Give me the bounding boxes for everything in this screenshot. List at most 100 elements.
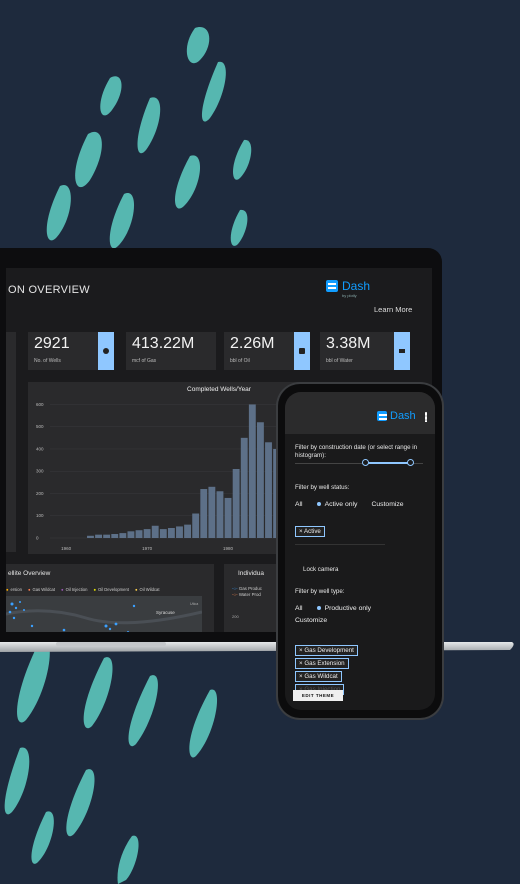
histogram-bar[interactable] (167, 527, 175, 538)
x-tick-label: 1960 (61, 546, 72, 551)
panel-title: Individua (238, 570, 265, 577)
histogram-bar[interactable] (151, 525, 159, 538)
axis-tick: 200 (232, 614, 239, 619)
satellite-map[interactable]: Syracuse Utica (6, 596, 202, 632)
histogram-bar[interactable] (208, 486, 216, 538)
histogram-bar[interactable] (95, 534, 102, 538)
y-tick-label: 500 (36, 424, 44, 429)
y-tick-label: 400 (36, 446, 44, 451)
date-slider-handle-end[interactable] (407, 459, 414, 466)
histogram-bar[interactable] (119, 533, 127, 538)
satellite-overview-panel: ellite Overview ● ersion ● Gas Wildcat ● Oi… (6, 564, 214, 632)
histogram-bar[interactable] (127, 531, 135, 538)
histogram-bar[interactable] (192, 513, 200, 538)
status-chip[interactable]: × Active (295, 526, 325, 537)
radio-selected-dot (316, 606, 321, 611)
map-city-label: Utica (190, 602, 199, 606)
filter-type-label: Filter by well type: (295, 588, 345, 595)
stat-value: 413.22M (132, 335, 195, 352)
radio-customize[interactable]: Customize (371, 501, 403, 508)
status-radio-group: All Active only Customize (295, 501, 404, 508)
stat-value: 3.38M (326, 335, 371, 352)
radio-selected-dot (316, 502, 321, 507)
date-slider-range (365, 462, 411, 464)
legend-item[interactable]: ● Oil Injection (61, 587, 87, 592)
legend-item[interactable]: -○- Water Prod (232, 592, 262, 598)
dash-logo-subtitle: by plotly (342, 293, 357, 298)
legend-item[interactable]: ● Oil Development (93, 587, 129, 592)
map-city-label: Syracuse (156, 610, 175, 615)
histogram-bar[interactable] (176, 526, 183, 538)
histogram-bar[interactable] (224, 497, 232, 538)
page-title: ON OVERVIEW (8, 284, 90, 296)
dash-logo-text: Dash (342, 279, 371, 293)
individual-legend: -○- Gas Produc -○- Water Prod (232, 586, 262, 598)
lock-camera-toggle[interactable]: Lock camera (303, 566, 338, 574)
stat-card-gas: 413.22M mcf of Gas (126, 332, 216, 370)
more-menu-icon[interactable] (425, 412, 427, 422)
type-chip[interactable]: × Gas Development (295, 645, 358, 656)
stat-label: bbl of Water (326, 358, 353, 364)
y-tick-label: 0 (36, 536, 39, 541)
phone-screen: Dash Filter by construction date (or sel… (285, 392, 435, 710)
learn-more-button[interactable]: Learn More (374, 305, 412, 314)
histogram-bar[interactable] (143, 529, 151, 538)
histogram-bar[interactable] (159, 529, 167, 538)
stat-value: 2921 (34, 335, 70, 352)
panel-title: ellite Overview (8, 570, 51, 577)
dash-logo[interactable]: Dash (377, 410, 416, 422)
phone-mockup: Dash Filter by construction date (or sel… (278, 384, 442, 718)
left-panel-edge (6, 332, 16, 552)
radio-active-only[interactable]: Active only (316, 501, 357, 508)
dash-logo[interactable]: Dash by plotly (326, 279, 371, 298)
filter-date-label: Filter by construction date (or select r… (295, 444, 418, 459)
edit-theme-button[interactable]: EDIT THEME (293, 690, 343, 701)
histogram-bar[interactable] (135, 530, 143, 538)
dash-logo-text: Dash (390, 410, 416, 422)
histogram-bar[interactable] (248, 404, 256, 538)
histogram-bar[interactable] (216, 491, 224, 538)
map-legend: ● ersion ● Gas Wildcat ● Oil Injection ● Oil… (6, 587, 160, 592)
y-tick-label: 600 (36, 402, 44, 407)
histogram-bar[interactable] (87, 535, 94, 538)
radio-productive-only[interactable]: Productive only (316, 605, 371, 612)
histogram-bar[interactable] (256, 422, 264, 538)
type-radio-group-row2: Customize (295, 617, 327, 624)
status-dropdown-line (295, 544, 385, 545)
histogram-bar[interactable] (240, 437, 248, 538)
histogram-bar[interactable] (111, 533, 119, 538)
legend-item[interactable]: ● Oil Wildcat (135, 587, 160, 592)
histogram-bar[interactable] (184, 524, 192, 538)
histogram-bar[interactable] (232, 469, 240, 538)
stat-label: No. of Wells (34, 358, 61, 364)
histogram-bar[interactable] (200, 489, 208, 538)
x-tick-label: 1980 (223, 546, 234, 551)
date-slider-handle-start[interactable] (362, 459, 369, 466)
legend-item[interactable]: ● ersion (6, 587, 22, 592)
laptop-base (0, 642, 514, 652)
histogram-bar[interactable] (265, 442, 272, 538)
histogram-bar[interactable] (103, 534, 111, 538)
circle-icon (98, 332, 114, 370)
fuel-pump-icon (294, 332, 310, 370)
stat-card-water: 3.38M bbl of Water (320, 332, 410, 370)
filter-status-label: Filter by well status: (295, 484, 350, 491)
radio-all[interactable]: All (295, 605, 303, 612)
dashboard-header: ON OVERVIEW Dash by plotly (6, 268, 432, 308)
legend-item[interactable]: ● Gas Wildcat (28, 587, 55, 592)
stat-label: bbl of Oil (230, 358, 250, 364)
y-tick-label: 200 (36, 491, 44, 496)
water-icon (394, 332, 410, 370)
type-chip[interactable]: × Gas Extension (295, 658, 349, 669)
type-chip[interactable]: × Gas Wildcat (295, 671, 342, 682)
y-tick-label: 300 (36, 469, 44, 474)
y-tick-label: 100 (36, 513, 44, 518)
stat-card-wells: 2921 No. of Wells (28, 332, 114, 370)
stat-label: mcf of Gas (132, 358, 157, 364)
dash-logo-icon (377, 411, 387, 421)
phone-header: Dash (285, 392, 435, 434)
radio-customize[interactable]: Customize (295, 617, 327, 624)
radio-all[interactable]: All (295, 501, 303, 508)
stat-value: 2.26M (230, 335, 275, 352)
type-radio-group: All Productive only (295, 605, 371, 612)
